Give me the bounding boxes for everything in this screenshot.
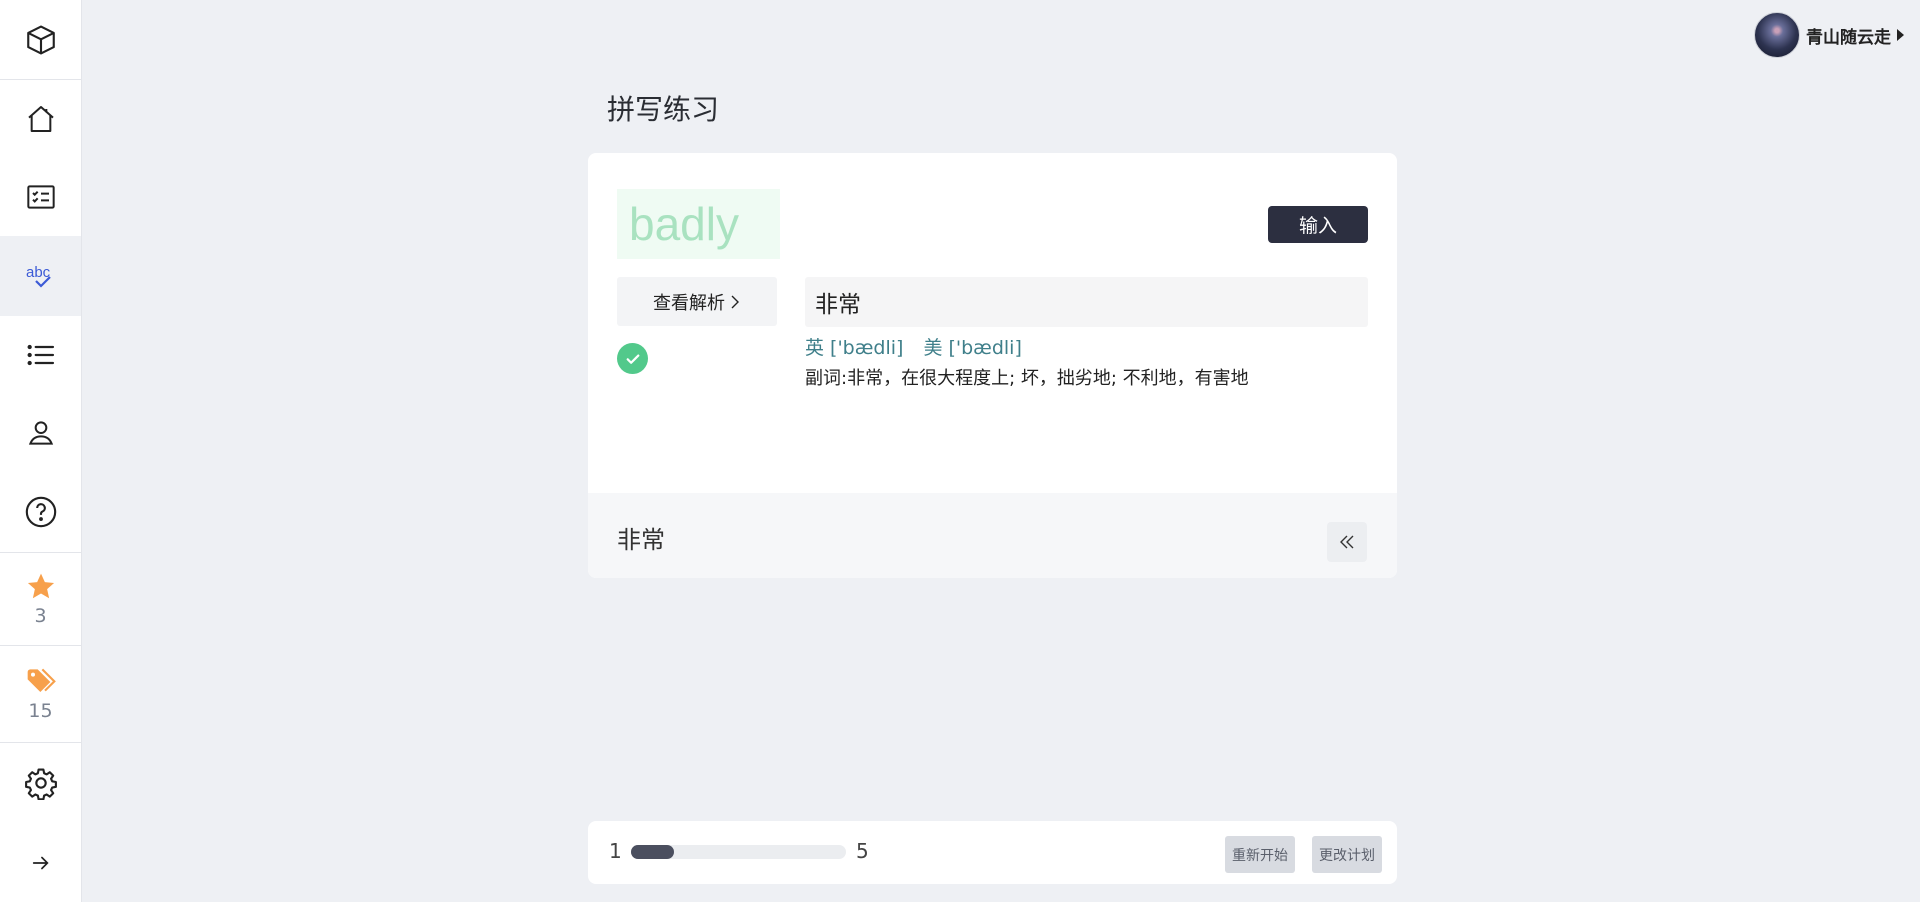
- view-analysis-label: 查看解析: [653, 292, 725, 313]
- sidebar-item-spelling[interactable]: abc: [0, 236, 81, 316]
- change-plan-button[interactable]: 更改计划: [1312, 836, 1382, 873]
- tags-count: 15: [28, 700, 53, 722]
- target-word: badly: [617, 189, 780, 259]
- answer-input[interactable]: [805, 277, 1368, 327]
- progress-total: 5: [856, 839, 869, 863]
- sidebar-item-list[interactable]: [0, 316, 81, 394]
- collapse-button[interactable]: [1327, 522, 1367, 562]
- sidebar-item-home[interactable]: [0, 80, 81, 158]
- progress-current: 1: [609, 839, 622, 863]
- word-meaning: 副词:非常，在很大程度上; 坏，拙劣地; 不利地，有害地: [805, 368, 1249, 389]
- progress-panel: 1 5 重新开始 更改计划: [588, 821, 1397, 884]
- progress-track: [631, 845, 846, 859]
- card-footer: 非常: [588, 493, 1397, 578]
- sidebar-item-help[interactable]: [0, 472, 81, 551]
- sidebar-item-tasks[interactable]: [0, 158, 81, 236]
- phonetics: 英 ['bædli] 美 ['bædli]: [805, 333, 1022, 360]
- caret-right-icon: [1897, 29, 1904, 41]
- sidebar-item-settings[interactable]: [0, 743, 81, 823]
- sidebar-item-favorites[interactable]: 3: [0, 553, 81, 645]
- double-chevron-left-icon: [1340, 535, 1354, 549]
- svg-text:abc: abc: [26, 264, 51, 281]
- spelling-card: badly 输入 查看解析 英 ['bædli] 美 ['bædli] 副词:非…: [588, 153, 1397, 578]
- sidebar-item-profile[interactable]: [0, 394, 81, 472]
- star-icon: [27, 573, 54, 599]
- page-title: 拼写练习: [607, 93, 720, 126]
- chevron-right-icon: [731, 295, 739, 308]
- progress-fill: [631, 845, 674, 859]
- footer-word: 非常: [617, 526, 665, 554]
- sidebar: abc 3 15: [0, 0, 82, 902]
- gear-icon: [24, 768, 57, 800]
- avatar: [1754, 12, 1800, 58]
- cube-icon: [26, 24, 55, 55]
- sidebar-expand[interactable]: [0, 823, 81, 902]
- correct-check-icon: [617, 343, 648, 374]
- view-analysis-button[interactable]: 查看解析: [617, 277, 777, 326]
- user-icon: [28, 421, 53, 445]
- spellcheck-icon: abc: [26, 264, 51, 288]
- help-icon: [25, 496, 56, 527]
- home-icon: [27, 106, 54, 132]
- favorites-count: 3: [34, 605, 47, 627]
- list-icon: [27, 344, 54, 366]
- tag-icon: [27, 668, 56, 692]
- restart-button[interactable]: 重新开始: [1225, 836, 1295, 873]
- phonetic-uk: 英 ['bædli]: [805, 337, 904, 359]
- phonetic-us: 美 ['bædli]: [923, 337, 1022, 359]
- checklist-icon: [26, 185, 55, 209]
- app-logo[interactable]: [0, 0, 81, 79]
- user-name: 青山随云走: [1806, 27, 1891, 48]
- user-menu[interactable]: 青山随云走: [1754, 12, 1904, 58]
- arrow-right-icon: [32, 856, 49, 869]
- input-button[interactable]: 输入: [1268, 206, 1368, 243]
- sidebar-item-tags[interactable]: 15: [0, 646, 81, 742]
